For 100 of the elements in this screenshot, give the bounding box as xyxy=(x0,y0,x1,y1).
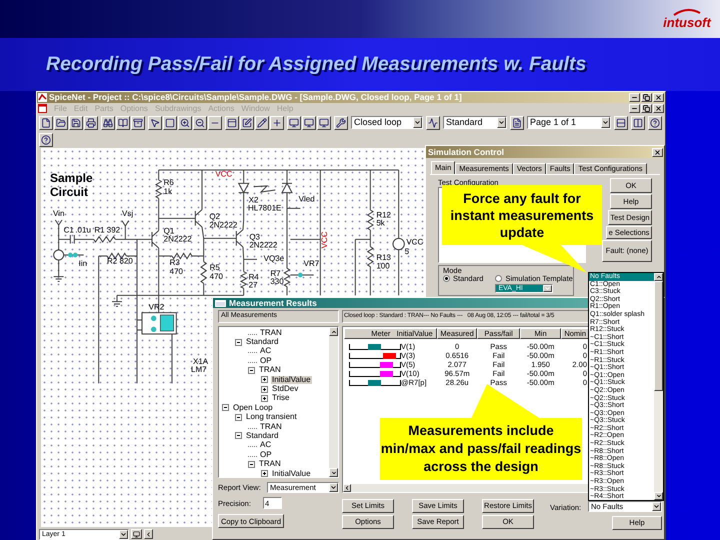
tree-item[interactable]: InitialValue xyxy=(271,376,312,384)
close-icon xyxy=(654,148,661,156)
toolbar-button[interactable] xyxy=(131,529,142,539)
callout-pointer xyxy=(520,244,588,274)
restore-icon xyxy=(643,105,650,112)
collapse-icon[interactable] xyxy=(248,460,255,468)
configuration-dropdown[interactable]: Closed loop xyxy=(351,116,423,129)
restore-button[interactable] xyxy=(641,104,652,113)
toolbar-button[interactable] xyxy=(334,116,348,130)
component-label: Vsj xyxy=(122,209,134,218)
save-icon xyxy=(71,118,81,128)
tree-item[interactable]: InitialValue xyxy=(271,470,312,477)
toolbar-button[interactable] xyxy=(193,116,207,130)
collapse-icon[interactable] xyxy=(235,338,242,346)
expand-icon[interactable] xyxy=(261,386,268,393)
component-label: Q2 xyxy=(209,212,220,221)
wave-icon xyxy=(428,118,438,128)
toolbar-button[interactable] xyxy=(208,116,222,130)
close-button[interactable] xyxy=(653,93,664,102)
panel-icon xyxy=(227,118,237,128)
close-button[interactable] xyxy=(652,148,663,156)
component-label: R12 xyxy=(376,210,392,220)
tree-item[interactable]: TRAN xyxy=(259,422,283,431)
toolbar-button[interactable] xyxy=(101,116,115,130)
collapse-icon[interactable] xyxy=(248,366,255,374)
tree-item[interactable]: StdDev xyxy=(271,385,300,394)
toolbar-button[interactable] xyxy=(225,116,239,130)
help-pointer-icon xyxy=(41,134,51,144)
toolbar-button[interactable] xyxy=(148,116,162,130)
toolbar-button[interactable] xyxy=(426,116,440,130)
component-label: R6 xyxy=(164,178,174,187)
toolbar-button[interactable] xyxy=(317,116,331,130)
tree-item[interactable]: OP xyxy=(259,450,273,459)
tree-item[interactable]: Open Loop xyxy=(232,404,274,412)
component-label: R7 xyxy=(270,269,281,278)
component-label: R1 392 xyxy=(94,226,120,235)
help-icon xyxy=(650,118,660,128)
net-label: VCC xyxy=(215,170,232,179)
folder-icon xyxy=(56,118,66,128)
component-label: 5k xyxy=(376,218,385,228)
component-label: 27 xyxy=(248,280,258,290)
toolbar-button[interactable] xyxy=(39,132,53,146)
tree-item[interactable]: TRAN xyxy=(258,460,282,468)
toolbar-button[interactable] xyxy=(84,116,98,130)
toolbar-button[interactable] xyxy=(163,116,177,130)
tree-item[interactable]: TRAN xyxy=(259,328,283,337)
component-label: VR7 xyxy=(304,259,320,268)
tree-item[interactable]: TRAN xyxy=(258,366,282,374)
toolbar-button[interactable] xyxy=(270,116,284,130)
toolbar-button[interactable] xyxy=(54,116,68,130)
scroll-button[interactable] xyxy=(144,529,153,539)
collapse-icon[interactable] xyxy=(235,414,242,421)
tree-item[interactable]: Standard xyxy=(245,338,280,346)
square-icon xyxy=(165,118,175,128)
tree-item[interactable]: AC xyxy=(259,441,272,450)
restore-button[interactable] xyxy=(641,93,652,102)
swoosh-icon xyxy=(672,8,702,16)
component-label: 100 xyxy=(376,261,390,270)
component-label: X2 xyxy=(248,195,258,204)
toolbar-button[interactable] xyxy=(648,116,662,130)
toolbar-button[interactable] xyxy=(69,116,83,130)
tree-item[interactable]: Long transient xyxy=(245,413,298,422)
collapse-icon[interactable] xyxy=(222,404,229,412)
collapse-icon[interactable] xyxy=(235,432,242,440)
minimize-button[interactable] xyxy=(629,104,640,113)
toolbar-button[interactable] xyxy=(614,116,628,130)
toolbar-button[interactable] xyxy=(178,116,192,130)
tree-item[interactable]: Standard xyxy=(245,432,280,440)
caret-icon xyxy=(543,284,552,292)
toolbar-button[interactable] xyxy=(39,116,53,130)
caret-icon xyxy=(413,117,422,128)
toolbar-button[interactable] xyxy=(131,116,145,130)
zoom-out-icon xyxy=(195,118,205,128)
close-button[interactable] xyxy=(653,104,664,113)
tree-item[interactable]: OP xyxy=(259,356,273,365)
tree-item[interactable]: Trise xyxy=(271,394,290,402)
minimize-button[interactable] xyxy=(629,93,640,102)
expand-icon[interactable] xyxy=(261,470,268,477)
component-label: 330 xyxy=(270,277,284,286)
toolbar-button[interactable] xyxy=(255,116,269,130)
template-dropdown[interactable]: Standard xyxy=(443,116,507,129)
toolbar-button[interactable] xyxy=(287,116,301,130)
tree-item[interactable]: AC xyxy=(259,347,272,356)
component-label: Vled xyxy=(298,194,315,204)
page-dropdown[interactable]: Page 1 of 1 xyxy=(527,116,611,129)
component-label: Iin xyxy=(78,259,88,268)
component-label: VQ3e xyxy=(264,254,284,263)
caret-icon xyxy=(601,117,610,128)
rows-icon xyxy=(616,118,626,128)
toolbar-button[interactable] xyxy=(631,116,645,130)
window-title: SpiceNet - Project :: C:\spice8\Circuits\Sample\Sample.DWG - [Sample.DWG, Closed loop, Page 1 of 1] xyxy=(49,93,463,102)
monitor-icon xyxy=(319,118,329,128)
expand-icon[interactable] xyxy=(261,376,268,384)
toolbar-button[interactable] xyxy=(510,116,524,130)
expand-icon[interactable] xyxy=(261,394,268,402)
toolbar-button[interactable] xyxy=(302,116,316,130)
toolbar-button[interactable] xyxy=(116,116,130,130)
caret-icon xyxy=(329,483,338,492)
toolbar-button[interactable] xyxy=(240,116,254,130)
zoom-in-icon xyxy=(180,118,190,128)
